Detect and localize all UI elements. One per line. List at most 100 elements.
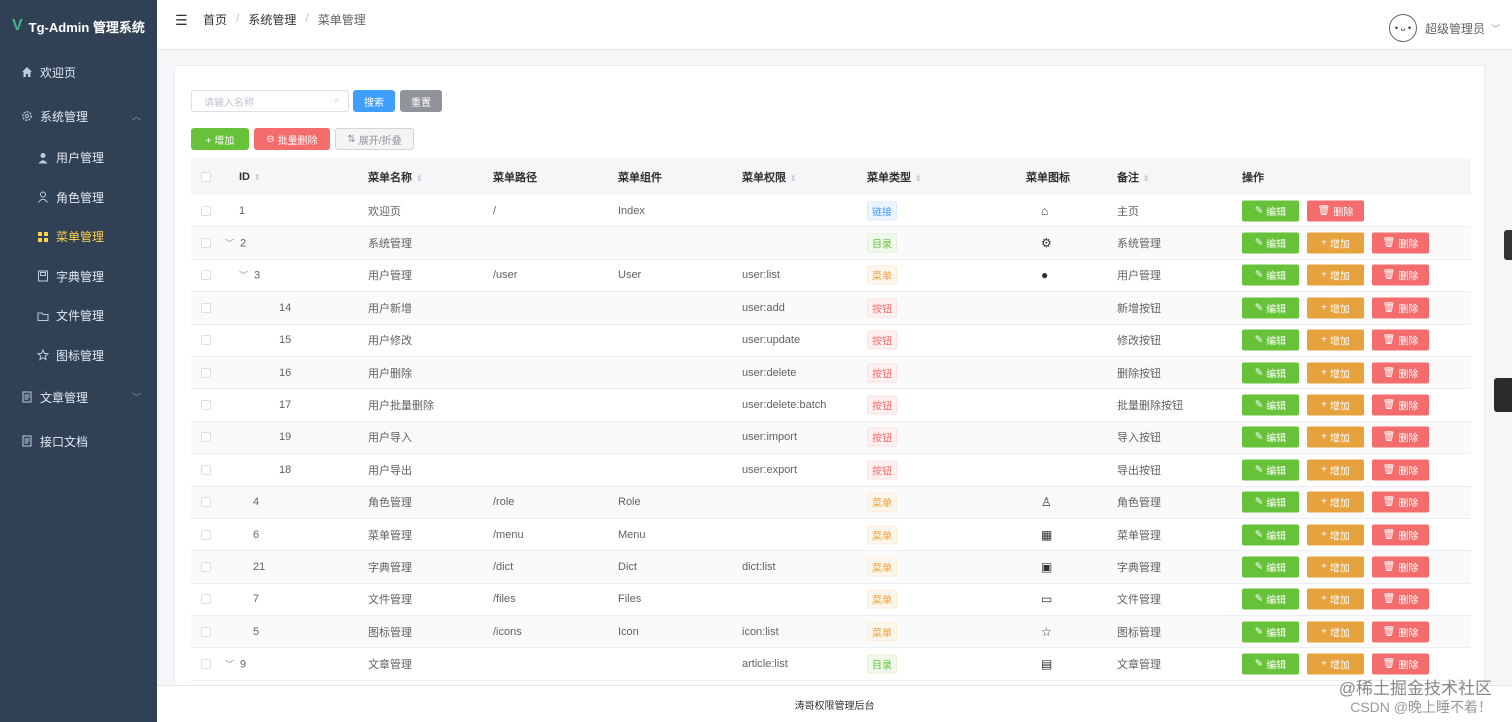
row-checkbox[interactable] [201,529,211,540]
add-child-button[interactable]: + 增加 [1307,556,1364,578]
edit-button[interactable]: ✎ 编辑 [1242,200,1299,222]
row-id: 1 [239,205,245,217]
delete-button[interactable]: 🗑 删除 [1307,200,1364,222]
id-text: 7 [253,593,260,606]
sidebar-item-articles[interactable]: 文章管理 ﹀ [0,375,157,419]
sidebar-item-label: 图标管理 [56,348,105,363]
row-checkbox[interactable] [201,270,211,281]
row-checkbox[interactable] [201,302,211,313]
sidebar-item-dict[interactable]: 字典管理 [0,256,157,296]
col-name[interactable]: 菜单名称 ⇕ [368,169,423,185]
row-checkbox[interactable] [201,497,211,508]
sidebar-item-icons[interactable]: 图标管理 [0,335,157,375]
add-child-button[interactable]: + 增加 [1307,232,1364,254]
row-id: 6 [253,529,259,541]
add-child-button[interactable]: + 增加 [1307,653,1364,675]
add-child-button[interactable]: + 增加 [1307,524,1364,546]
add-child-button[interactable]: + 增加 [1307,459,1364,481]
row-checkbox[interactable] [201,238,211,249]
user-dropdown[interactable]: • ᴗ • 超级管理员 ﹀ [1388,14,1500,42]
add-child-button[interactable]: + 增加 [1307,426,1364,448]
search-input[interactable]: 请输入名称 ⌕ [191,90,349,112]
delete-button[interactable]: 🗑 删除 [1372,394,1429,416]
expand-chevron-icon[interactable]: ﹀ [239,271,248,281]
row-checkbox[interactable] [201,464,211,475]
row-actions: ✎ 编辑 + 增加 🗑 删除 [1242,232,1437,254]
edit-button[interactable]: ✎ 编辑 [1242,297,1299,319]
row-checkbox[interactable] [201,367,211,378]
batch-delete-button[interactable]: ⊖ 批量删除 [254,128,330,150]
delete-button[interactable]: 🗑 删除 [1372,621,1429,643]
sidebar-item-menus[interactable]: 菜单管理 [0,217,157,257]
add-child-button[interactable]: + 增加 [1307,491,1364,513]
row-checkbox[interactable] [201,626,211,637]
hamburger-icon[interactable]: ☰ [175,12,188,29]
row-actions: ✎ 编辑 + 增加 🗑 删除 [1242,329,1437,351]
row-checkbox[interactable] [201,594,211,605]
edit-button[interactable]: ✎ 编辑 [1242,491,1299,513]
row-checkbox[interactable] [201,205,211,216]
edit-button[interactable]: ✎ 编辑 [1242,556,1299,578]
sidebar-item-system[interactable]: 系统管理 ︿ [0,94,157,138]
delete-label: 删除 [1398,369,1419,381]
edit-button[interactable]: ✎ 编辑 [1242,653,1299,675]
col-remark[interactable]: 备注 ⇕ [1117,169,1150,185]
col-type[interactable]: 菜单类型 ⇕ [867,169,922,185]
edit-button[interactable]: ✎ 编辑 [1242,524,1299,546]
row-checkbox[interactable] [201,335,211,346]
row-checkbox[interactable] [201,659,211,670]
add-child-button[interactable]: + 增加 [1307,394,1364,416]
delete-button[interactable]: 🗑 删除 [1372,426,1429,448]
add-child-button[interactable]: + 增加 [1307,588,1364,610]
delete-button[interactable]: 🗑 删除 [1372,362,1429,384]
delete-button[interactable]: 🗑 删除 [1372,459,1429,481]
breadcrumb-home[interactable]: 首页 [203,11,227,28]
search-button[interactable]: 搜索 [353,90,395,112]
row-permission: user:list [742,269,780,282]
sidebar-item-api-docs[interactable]: 接口文档 [0,419,157,463]
row-checkbox[interactable] [201,432,211,443]
add-child-button[interactable]: + 增加 [1307,264,1364,286]
select-all-checkbox[interactable] [201,171,211,182]
delete-button[interactable]: 🗑 删除 [1372,588,1429,610]
row-checkbox[interactable] [201,400,211,411]
delete-button[interactable]: 🗑 删除 [1372,329,1429,351]
delete-button[interactable]: 🗑 删除 [1372,524,1429,546]
expand-chevron-icon[interactable]: ﹀ [225,660,234,670]
row-checkbox[interactable] [201,561,211,572]
col-perm[interactable]: 菜单权限 ⇕ [742,169,797,185]
add-child-button[interactable]: + 增加 [1307,362,1364,384]
edit-button[interactable]: ✎ 编辑 [1242,394,1299,416]
delete-button[interactable]: 🗑 删除 [1372,491,1429,513]
add-button[interactable]: + 增加 [191,128,249,150]
edit-button[interactable]: ✎ 编辑 [1242,362,1299,384]
add-child-button[interactable]: + 增加 [1307,621,1364,643]
app-logo[interactable]: V Tg-Admin 管理系统 [0,0,157,52]
sidebar-item-label: 系统管理 [40,109,89,124]
edit-button[interactable]: ✎ 编辑 [1242,264,1299,286]
sidebar-item-files[interactable]: 文件管理 [0,296,157,336]
delete-button[interactable]: 🗑 删除 [1372,653,1429,675]
side-handle[interactable] [1504,230,1512,260]
edit-button[interactable]: ✎ 编辑 [1242,426,1299,448]
edit-button[interactable]: ✎ 编辑 [1242,621,1299,643]
col-id[interactable]: ID ⇕ [239,171,261,183]
edit-button[interactable]: ✎ 编辑 [1242,329,1299,351]
expand-collapse-button[interactable]: ⇅ 展开/折叠 [335,128,414,150]
edit-button[interactable]: ✎ 编辑 [1242,459,1299,481]
delete-button[interactable]: 🗑 删除 [1372,232,1429,254]
watermark: @稀土掘金技术社区 CSDN @晚上睡不着！ [1339,680,1492,716]
sidebar-item-roles[interactable]: 角色管理 [0,177,157,217]
add-child-button[interactable]: + 增加 [1307,329,1364,351]
sidebar-item-welcome[interactable]: 欢迎页 [0,50,157,94]
edit-button[interactable]: ✎ 编辑 [1242,232,1299,254]
reset-button[interactable]: 重置 [400,90,442,112]
delete-button[interactable]: 🗑 删除 [1372,297,1429,319]
add-child-button[interactable]: + 增加 [1307,297,1364,319]
expand-chevron-icon[interactable]: ﹀ [225,239,234,249]
side-plugin-handle[interactable] [1494,378,1512,412]
sidebar-item-users[interactable]: 用户管理 [0,138,157,178]
delete-button[interactable]: 🗑 删除 [1372,264,1429,286]
edit-button[interactable]: ✎ 编辑 [1242,588,1299,610]
delete-button[interactable]: 🗑 删除 [1372,556,1429,578]
